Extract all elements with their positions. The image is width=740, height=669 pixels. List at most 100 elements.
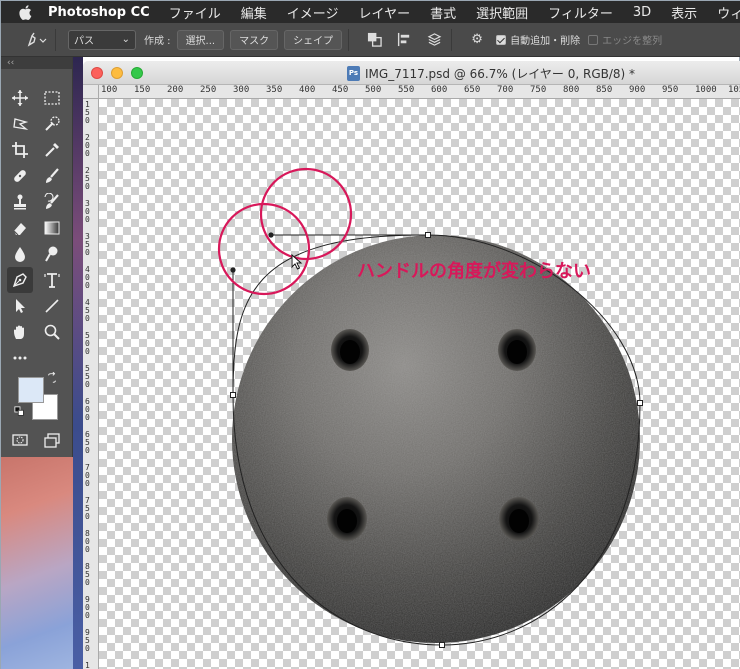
ruler-tick-label: 400 (299, 85, 316, 95)
make-mask-button[interactable]: マスク (230, 29, 279, 50)
minimize-button[interactable] (111, 66, 123, 79)
ruler-tick-label: 150 (85, 100, 90, 125)
gear-icon[interactable]: ⚙ (466, 30, 488, 50)
ruler-tick-label: 650 (464, 85, 481, 95)
canvas-artwork (217, 167, 643, 648)
make-label: 作成 : (144, 36, 171, 47)
highlight-circle (217, 202, 311, 296)
desktop-wallpaper (1, 457, 73, 669)
pen-mode-select[interactable]: パス ⌄ (68, 29, 136, 50)
ruler-tick-label: 450 (332, 85, 349, 95)
type-tool-icon[interactable] (39, 267, 65, 293)
history-brush-tool-icon[interactable] (39, 189, 65, 215)
ruler-tick-label: 350 (266, 85, 283, 95)
pen-mode-value: パス (74, 36, 94, 47)
menu-select[interactable]: 選択範囲 (476, 3, 528, 22)
marquee-tool-icon[interactable] (39, 85, 65, 111)
line-tool-icon[interactable] (39, 293, 65, 319)
zoom-button[interactable] (131, 66, 143, 79)
ruler-tick-label: 700 (85, 463, 90, 488)
more-tools-icon[interactable] (7, 345, 33, 371)
menu-filter[interactable]: フィルター (548, 3, 613, 22)
stamp-tool-icon[interactable] (7, 189, 33, 215)
menu-view[interactable]: 表示 (671, 3, 697, 22)
healing-brush-tool-icon[interactable] (7, 163, 33, 189)
ruler-tick-label: 400 (85, 265, 90, 290)
app-name-menu[interactable]: Photoshop CC (48, 5, 150, 20)
ruler-tick-label: 1050 (728, 85, 740, 95)
ruler-tick-label: 200 (167, 85, 184, 95)
ruler-tick-label: 950 (662, 85, 679, 95)
ruler-tick-label: 800 (85, 529, 90, 554)
annotation-caption: ハンドルの角度が変わらない (357, 261, 591, 282)
menu-type[interactable]: 書式 (430, 3, 456, 22)
document-canvas[interactable]: ハンドルの角度が変わらない (99, 99, 740, 669)
ruler-tick-label: 750 (85, 496, 90, 521)
make-shape-button[interactable]: シェイプ (284, 29, 343, 50)
gradient-tool-icon[interactable] (39, 215, 65, 241)
ruler-tick-label: 1000 (85, 661, 90, 669)
crop-tool-icon[interactable] (7, 137, 33, 163)
quick-mask-icon[interactable] (7, 427, 33, 453)
align-edges-checkbox[interactable] (588, 34, 599, 45)
ruler-tick-label: 950 (85, 628, 90, 653)
horizontal-ruler[interactable]: 100 150 200 250 300 350 400 450 500 550 600 650 700 7… (99, 85, 740, 99)
foreground-color-swatch[interactable] (18, 377, 44, 403)
hand-tool-icon[interactable] (7, 319, 33, 345)
menu-edit[interactable]: 編集 (241, 3, 267, 22)
highlight-circle (259, 167, 353, 261)
make-selection-button[interactable]: 選択... (176, 29, 225, 50)
ruler-origin[interactable] (83, 85, 99, 99)
lasso-tool-icon[interactable] (7, 111, 33, 137)
dodge-tool-icon[interactable] (39, 241, 65, 267)
iron-ball-texture (232, 235, 640, 643)
ruler-tick-label: 300 (233, 85, 250, 95)
auto-add-delete-checkbox[interactable] (496, 34, 507, 45)
screen-mode-icon[interactable] (39, 427, 65, 453)
menu-file[interactable]: ファイル (169, 3, 221, 22)
brush-tool-icon[interactable] (39, 163, 65, 189)
desktop-wallpaper-strip (73, 57, 83, 669)
chevron-down-icon: ⌄ (121, 34, 130, 45)
eraser-tool-icon[interactable] (7, 215, 33, 241)
path-selection-tool-icon[interactable] (7, 293, 33, 319)
document-title-text: IMG_7117.psd @ 66.7% (レイヤー 0, RGB/8) * (365, 66, 636, 81)
ruler-tick-label: 850 (596, 85, 613, 95)
blur-tool-icon[interactable] (7, 241, 33, 267)
swap-colors-icon[interactable] (45, 371, 59, 385)
ruler-tick-label: 500 (85, 331, 90, 356)
ruler-tick-label: 750 (530, 85, 547, 95)
menubar: Photoshop CC ファイル 編集 イメージ レイヤー 書式 選択範囲 フ… (1, 1, 740, 23)
close-button[interactable] (91, 66, 103, 79)
move-tool-icon[interactable] (7, 85, 33, 111)
collapse-panel-button[interactable]: ‹‹ (1, 57, 72, 69)
path-arrangement-icon[interactable] (423, 30, 445, 50)
default-colors-icon[interactable] (13, 405, 27, 419)
ruler-tick-label: 900 (85, 595, 90, 620)
auto-add-delete-label: 自動追加・削除 (510, 36, 581, 47)
document-titlebar[interactable]: Ps IMG_7117.psd @ 66.7% (レイヤー 0, RGB/8) … (83, 61, 740, 85)
pen-tool-icon[interactable] (7, 267, 33, 293)
vertical-ruler[interactable]: 150 200 250 300 350 400 450 500 550 600 650 700 750 8… (83, 99, 99, 669)
ruler-tick-label: 900 (629, 85, 646, 95)
menu-3d[interactable]: 3D (633, 5, 651, 20)
ruler-tick-label: 700 (497, 85, 514, 95)
align-edges-label: エッジを整列 (602, 36, 663, 47)
quick-selection-tool-icon[interactable] (39, 111, 65, 137)
ruler-tick-label: 250 (85, 166, 90, 191)
ruler-tick-label: 100 (101, 85, 118, 95)
document-window: Ps IMG_7117.psd @ 66.7% (レイヤー 0, RGB/8) … (83, 61, 740, 669)
path-alignment-icon[interactable] (393, 30, 415, 50)
menu-layer[interactable]: レイヤー (358, 3, 410, 22)
menu-window[interactable]: ウィン (717, 3, 740, 22)
apple-icon[interactable] (19, 1, 32, 23)
options-bar: パス ⌄ 作成 : 選択... マスク シェイプ ⚙ 自動追加・削除 エッジを整… (1, 23, 740, 57)
ruler-tick-label: 200 (85, 133, 90, 158)
eyedropper-tool-icon[interactable] (39, 137, 65, 163)
tool-preset-picker[interactable] (23, 30, 49, 50)
ruler-tick-label: 350 (85, 232, 90, 257)
menu-image[interactable]: イメージ (287, 3, 339, 22)
separator (451, 28, 453, 51)
path-operations-icon[interactable] (363, 30, 385, 50)
zoom-tool-icon[interactable] (39, 319, 65, 345)
